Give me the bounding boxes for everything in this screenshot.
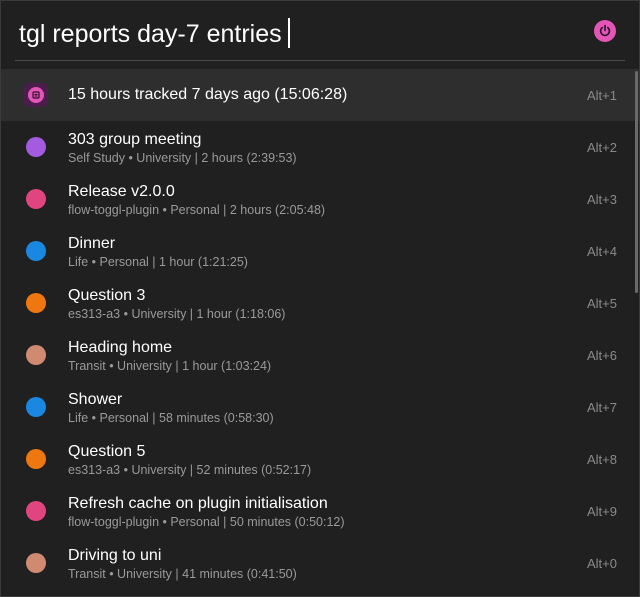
result-item[interactable]: Driving to uni Transit • University | 41 … <box>1 537 639 589</box>
result-hotkey: Alt+1 <box>587 88 617 103</box>
result-hotkey: Alt+4 <box>587 244 617 259</box>
toggl-logo-icon <box>28 87 44 103</box>
search-query-text: tgl reports day-7 entries <box>19 20 282 48</box>
text-caret <box>287 18 290 48</box>
result-subtitle: Life • Personal | 1 hour (1:21:25) <box>68 255 248 269</box>
result-hotkey: Alt+3 <box>587 192 617 207</box>
project-color-dot-icon <box>26 397 46 417</box>
result-title: Dinner <box>68 235 116 252</box>
results-scrollbar[interactable] <box>635 71 638 293</box>
result-item[interactable]: Refresh cache on plugin initialisation fl… <box>1 485 639 537</box>
result-item[interactable]: Release v2.0.0 flow-toggl-plugin • Person… <box>1 173 639 225</box>
search-divider <box>15 60 625 61</box>
project-color-dot-icon <box>26 189 46 209</box>
search-bar: tgl reports day-7 entries <box>1 1 639 67</box>
result-title: Question 3 <box>68 287 146 304</box>
result-item-selected[interactable]: 15 hours tracked 7 days ago (15:06:28) Al… <box>1 69 639 121</box>
project-color-dot-icon <box>26 553 46 573</box>
project-color-dot-icon <box>26 449 46 469</box>
result-title: 15 hours tracked 7 days ago (15:06:28) <box>68 86 348 103</box>
result-hotkey: Alt+5 <box>587 296 617 311</box>
result-title: 303 group meeting <box>68 131 202 148</box>
project-color-dot-icon <box>26 345 46 365</box>
result-title: Shower <box>68 391 123 408</box>
result-title: Heading home <box>68 339 173 356</box>
result-hotkey: Alt+6 <box>587 348 617 363</box>
result-item[interactable]: Dinner Life • Personal | 1 hour (1:21:25)… <box>1 225 639 277</box>
result-subtitle: es313-a3 • University | 1 hour (1:18:06) <box>68 307 286 321</box>
project-color-dot-icon <box>26 293 46 313</box>
power-icon[interactable] <box>594 20 616 42</box>
result-item[interactable]: 303 group meeting Self Study • University… <box>1 121 639 173</box>
result-item[interactable]: Heading home Transit • University | 1 hou… <box>1 329 639 381</box>
result-title: Driving to uni <box>68 547 162 564</box>
result-subtitle: flow-toggl-plugin • Personal | 50 minute… <box>68 515 345 529</box>
launcher-window: tgl reports day-7 entries 15 hours track… <box>0 0 640 597</box>
result-item[interactable]: Question 5 es313-a3 • University | 52 min… <box>1 433 639 485</box>
results-list: 15 hours tracked 7 days ago (15:06:28) Al… <box>1 69 639 589</box>
result-subtitle: Transit • University | 1 hour (1:03:24) <box>68 359 272 373</box>
result-subtitle: Transit • University | 41 minutes (0:41:… <box>68 567 297 581</box>
result-hotkey: Alt+7 <box>587 400 617 415</box>
project-color-dot-icon <box>26 137 46 157</box>
result-subtitle: es313-a3 • University | 52 minutes (0:52… <box>68 463 312 477</box>
project-color-dot-icon <box>26 501 46 521</box>
result-title: Refresh cache on plugin initialisation <box>68 495 328 512</box>
result-hotkey: Alt+9 <box>587 504 617 519</box>
result-title: Question 5 <box>68 443 146 460</box>
result-subtitle: flow-toggl-plugin • Personal | 2 hours (… <box>68 203 326 217</box>
search-input[interactable]: tgl reports day-7 entries <box>19 17 290 51</box>
result-item[interactable]: Question 3 es313-a3 • University | 1 hour… <box>1 277 639 329</box>
result-hotkey: Alt+2 <box>587 140 617 155</box>
project-color-dot-icon <box>26 241 46 261</box>
result-hotkey: Alt+0 <box>587 556 617 571</box>
result-subtitle: Self Study • University | 2 hours (2:39:… <box>68 151 297 165</box>
result-item[interactable]: Shower Life • Personal | 58 minutes (0:58… <box>1 381 639 433</box>
result-title: Release v2.0.0 <box>68 183 175 200</box>
result-subtitle: Life • Personal | 58 minutes (0:58:30) <box>68 411 274 425</box>
result-hotkey: Alt+8 <box>587 452 617 467</box>
toggl-app-icon <box>24 83 48 107</box>
